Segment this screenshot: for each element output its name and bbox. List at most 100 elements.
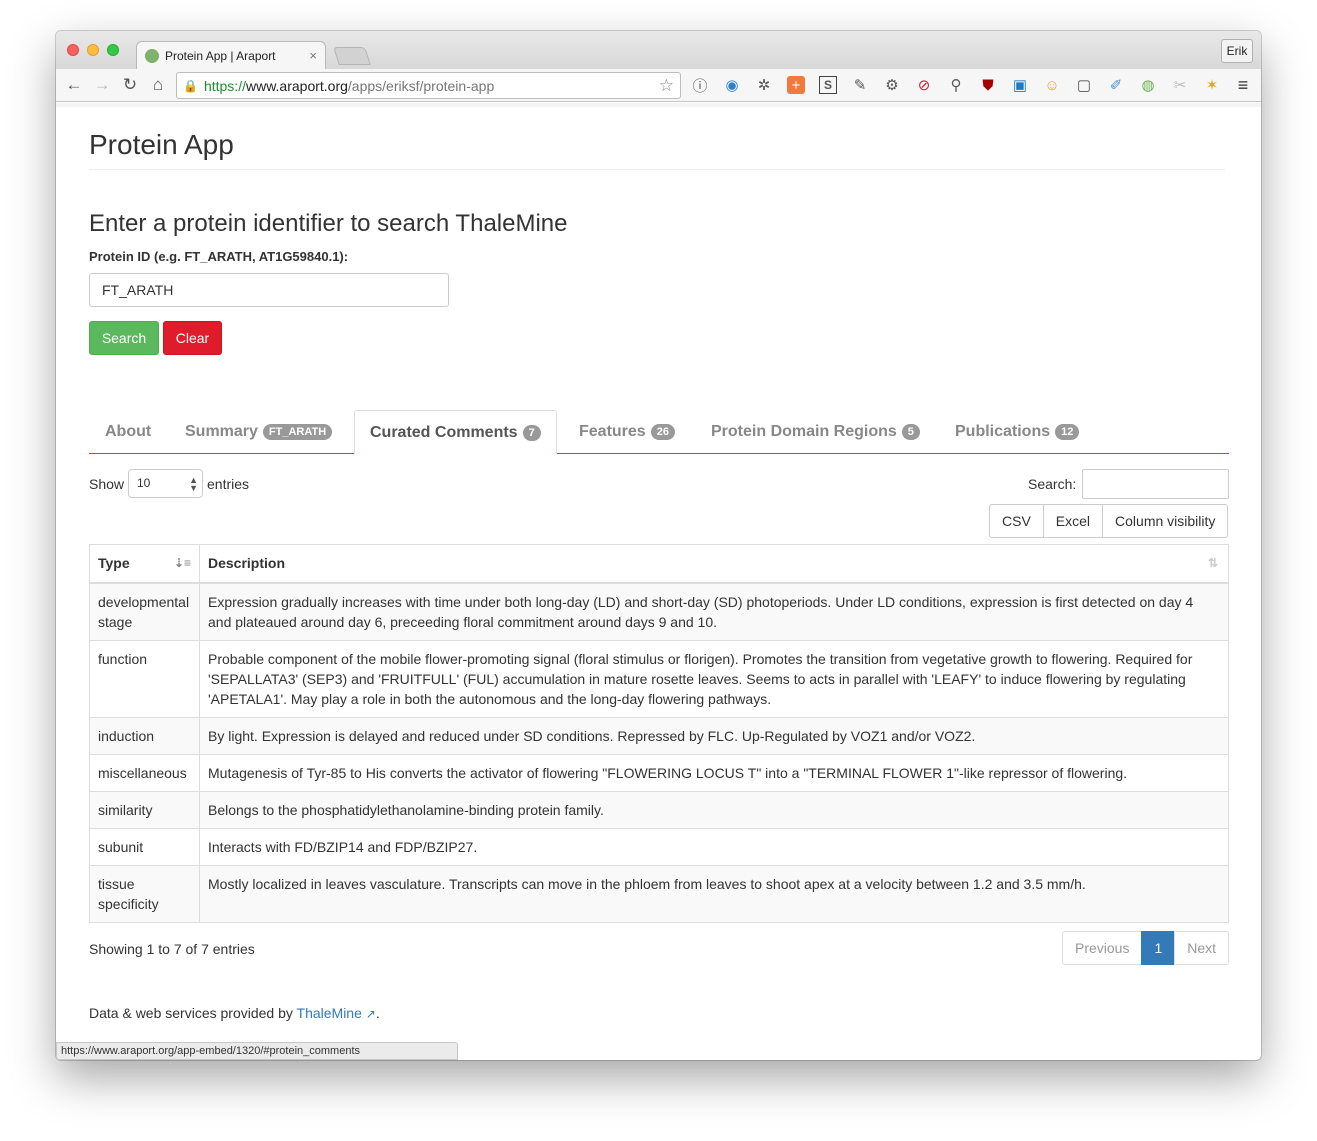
protein-id-label: Protein ID (e.g. FT_ARATH, AT1G59840.1): (89, 249, 349, 264)
column-visibility-button[interactable]: Column visibility (1102, 504, 1229, 538)
tab-label: Features (579, 423, 646, 440)
chrome-extension-icon[interactable]: ◉ (720, 73, 744, 97)
zoom-window-button[interactable] (107, 44, 119, 56)
tab-publications[interactable]: Publications 12 (955, 410, 1080, 454)
star-extension-icon[interactable]: ✶ (1200, 73, 1224, 97)
browser-tab[interactable]: Protein App | Araport × (136, 41, 326, 69)
column-header-description[interactable]: Description ⇅ (199, 544, 1229, 584)
browser-toolbar: ← → ↻ ⌂ 🔒 https://www.araport.org/apps/e… (56, 69, 1261, 102)
next-page-button[interactable]: Next (1174, 931, 1230, 965)
page-1-button[interactable]: 1 (1141, 931, 1176, 965)
description-cell: Belongs to the phosphatidylethanolamine-… (199, 790, 1229, 829)
type-cell: similarity (89, 790, 200, 829)
tab-label: Curated Comments (370, 423, 518, 441)
forward-arrow-icon[interactable]: → (88, 71, 116, 99)
table-row: developmental stage Expression gradually… (89, 582, 1229, 641)
face-extension-icon[interactable]: ☺ (1040, 73, 1064, 97)
previous-page-button[interactable]: Previous (1062, 931, 1143, 965)
info-icon[interactable]: ⓘ (688, 73, 712, 97)
home-icon[interactable]: ⌂ (144, 71, 172, 99)
tab-curated-comments[interactable]: Curated Comments 7 (354, 410, 557, 455)
description-cell: Mutagenesis of Tyr-85 to His converts th… (199, 753, 1229, 792)
search-button[interactable]: Search (89, 321, 159, 355)
address-bar[interactable]: 🔒 https://www.araport.org/apps/eriksf/pr… (176, 72, 681, 99)
footer-suffix: . (375, 1005, 380, 1021)
tab-features[interactable]: Features 26 (579, 410, 675, 454)
title-divider (89, 169, 1225, 170)
profile-button[interactable]: Erik (1221, 39, 1253, 63)
search-heading: Enter a protein identifier to search Tha… (89, 210, 568, 237)
plus-extension-icon[interactable]: + (787, 76, 805, 94)
protein-id-input[interactable] (89, 273, 449, 307)
description-cell: By light. Expression is delayed and redu… (199, 716, 1229, 755)
tab-badge: 26 (650, 424, 675, 440)
clear-button[interactable]: Clear (163, 321, 222, 355)
footer-note: Data & web services provided by ThaleMin… (89, 1005, 380, 1021)
tab-badge: 12 (1055, 424, 1080, 440)
window-controls (67, 44, 119, 56)
result-tabs: About Summary FT_ARATH Curated Comments … (89, 410, 1229, 455)
entries-label: entries (207, 476, 250, 492)
length-value: 10 (137, 476, 151, 490)
bug-icon[interactable]: ✲ (752, 73, 776, 97)
tab-close-icon[interactable]: × (309, 48, 317, 63)
table-search-input[interactable] (1082, 469, 1229, 499)
close-window-button[interactable] (67, 44, 79, 56)
tab-badge: 5 (901, 424, 920, 440)
globe-extension-icon[interactable]: ◍ (1136, 73, 1160, 97)
minimize-window-button[interactable] (87, 44, 99, 56)
table-row: miscellaneous Mutagenesis of Tyr-85 to H… (89, 753, 1229, 792)
table-info: Showing 1 to 7 of 7 entries (89, 941, 255, 957)
gear-icon[interactable]: ⚙ (880, 73, 904, 97)
s-extension-icon[interactable]: S (819, 76, 837, 94)
csv-button[interactable]: CSV (989, 504, 1044, 538)
lock-icon: 🔒 (183, 78, 198, 93)
column-header-type[interactable]: Type ⇣≡ (89, 544, 200, 584)
tab-about[interactable]: About (105, 410, 151, 454)
ublock-icon[interactable]: ⛊ (976, 73, 1000, 97)
tab-label: Summary (185, 423, 258, 440)
excel-button[interactable]: Excel (1042, 504, 1104, 538)
column-header-label: Description (208, 555, 286, 572)
new-tab-button[interactable] (333, 47, 371, 65)
table-row: similarity Belongs to the phosphatidylet… (89, 790, 1229, 829)
tab-title: Protein App | Araport (165, 48, 276, 63)
tab-protein-domain-regions[interactable]: Protein Domain Regions 5 (711, 410, 920, 454)
tab-label: About (105, 423, 152, 440)
square-extension-icon[interactable]: ▢ (1072, 73, 1096, 97)
reload-icon[interactable]: ↻ (116, 71, 144, 99)
url-path: /apps/eriksf/protein-app (347, 77, 495, 94)
box-extension-icon[interactable]: ▣ (1008, 73, 1032, 97)
type-cell: tissue specificity (89, 864, 200, 923)
comments-table: Type ⇣≡ Description ⇅ developmental stag… (89, 544, 1229, 923)
browser-window: Protein App | Araport × Erik ← → ↻ ⌂ 🔒 h… (56, 31, 1261, 1060)
table-search-label: Search: (1028, 476, 1077, 492)
magnifier-icon[interactable]: ⚲ (944, 73, 968, 97)
entries-length-select[interactable]: 10 ▲ ▼ (128, 469, 203, 498)
pin-icon[interactable]: ✎ (848, 73, 872, 97)
tab-badge: 7 (522, 424, 541, 441)
type-cell: miscellaneous (89, 753, 200, 792)
back-arrow-icon[interactable]: ← (60, 71, 88, 99)
type-cell: developmental stage (89, 582, 200, 641)
table-row: subunit Interacts with FD/BZIP14 and FDP… (89, 827, 1229, 866)
tab-summary[interactable]: Summary FT_ARATH (185, 410, 333, 454)
creative-cloud-icon[interactable]: ⊘ (912, 73, 936, 97)
table-row: tissue specificity Mostly localized in l… (89, 864, 1229, 923)
thalemine-link[interactable]: ThaleMine (297, 1005, 362, 1021)
description-cell: Interacts with FD/BZIP14 and FDP/BZIP27. (199, 827, 1229, 866)
tab-bar: Protein App | Araport × Erik (56, 31, 1261, 69)
extension-icons: ⓘ ◉ ✲ + S ✎ ⚙ ⊘ ⚲ ⛊ ▣ ☺ ▢ ✐ ◍ ✂ ✶ (688, 73, 1224, 97)
sort-both-icon: ⇅ (1208, 556, 1219, 570)
show-label: Show (89, 476, 125, 492)
table-row: function Probable component of the mobil… (89, 639, 1229, 718)
scissors-icon[interactable]: ✂ (1168, 73, 1192, 97)
url-host: www.araport.org (245, 77, 348, 94)
page-content: Protein App Enter a protein identifier t… (56, 103, 1261, 1060)
browser-menu-icon[interactable]: ≡ (1231, 73, 1255, 97)
select-updown-icon: ▲ ▼ (189, 475, 198, 493)
pencil-extension-icon[interactable]: ✐ (1104, 73, 1128, 97)
description-cell: Probable component of the mobile flower-… (199, 639, 1229, 718)
bookmark-star-icon[interactable]: ☆ (659, 76, 674, 96)
type-cell: subunit (89, 827, 200, 866)
